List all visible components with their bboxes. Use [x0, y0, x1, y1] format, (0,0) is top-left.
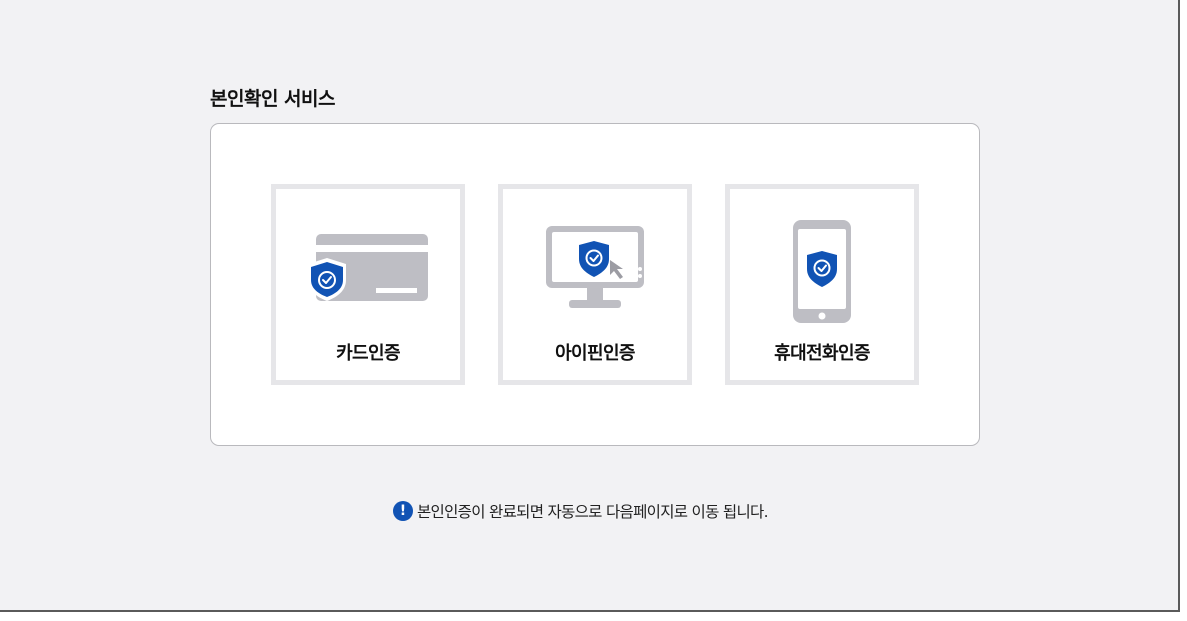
card-verification-label: 카드인증: [336, 343, 400, 364]
auto-redirect-notice: ! 본인인증이 완료되면 자동으로 다음페이지로 이동 됩니다.: [393, 499, 769, 523]
mobile-phone-shield-icon: [793, 220, 851, 323]
exclamation-icon: !: [393, 501, 413, 521]
card-verification-button[interactable]: 카드인증: [271, 184, 465, 385]
verification-panel: 카드인증 아이핀인증 휴대전화인증: [210, 123, 980, 446]
mobile-verification-label: 휴대전화인증: [774, 343, 870, 364]
ipin-verification-label: 아이핀인증: [555, 343, 635, 364]
mobile-verification-button[interactable]: 휴대전화인증: [725, 184, 919, 385]
notice-text: 본인인증이 완료되면 자동으로 다음페이지로 이동 됩니다.: [417, 503, 769, 521]
page-title: 본인확인 서비스: [210, 88, 335, 110]
ipin-verification-button[interactable]: 아이핀인증: [498, 184, 692, 385]
page-background: 본인확인 서비스 카드인증 아이핀인증 휴대전화인증 ! 본인인증이 완료되면 …: [0, 0, 1180, 612]
monitor-shield-icon: [546, 226, 644, 308]
credit-card-shield-icon: [308, 234, 428, 301]
